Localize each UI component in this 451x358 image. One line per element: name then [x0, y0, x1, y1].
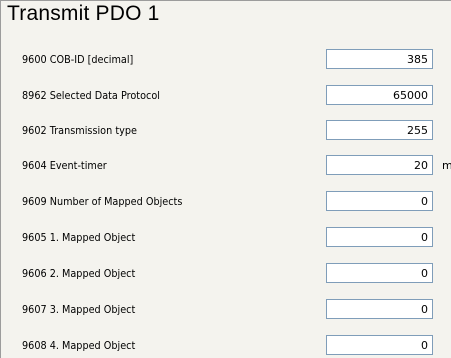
row-event-timer: 9604 Event-timer m [1, 155, 451, 177]
panel-title: Transmit PDO 1 [7, 2, 160, 25]
row-mapped-object-2: 9606 2. Mapped Object [1, 263, 451, 285]
row-mapped-object-4: 9608 4. Mapped Object [1, 335, 451, 357]
cob-id-label: 9600 COB-ID [decimal] [22, 53, 134, 66]
mapped-object-1-input[interactable] [326, 227, 433, 247]
selected-data-protocol-label: 8962 Selected Data Protocol [22, 89, 160, 102]
cob-id-input[interactable] [326, 49, 433, 69]
mapped-object-1-label: 9605 1. Mapped Object [22, 231, 136, 244]
row-cob-id: 9600 COB-ID [decimal] [1, 49, 451, 71]
transmit-pdo-panel: Transmit PDO 1 9600 COB-ID [decimal] 896… [0, 0, 451, 358]
event-timer-input[interactable] [326, 155, 433, 175]
mapped-object-2-input[interactable] [326, 263, 433, 283]
mapped-object-4-label: 9608 4. Mapped Object [22, 339, 136, 352]
mapped-object-4-input[interactable] [326, 335, 433, 355]
number-of-mapped-objects-input[interactable] [326, 191, 433, 211]
event-timer-label: 9604 Event-timer [22, 159, 107, 172]
transmission-type-label: 9602 Transmission type [22, 124, 137, 137]
event-timer-unit: m [442, 159, 451, 172]
transmission-type-input[interactable] [326, 120, 433, 140]
row-number-of-mapped-objects: 9609 Number of Mapped Objects [1, 191, 451, 213]
mapped-object-3-label: 9607 3. Mapped Object [22, 303, 136, 316]
selected-data-protocol-input[interactable] [326, 85, 433, 105]
number-of-mapped-objects-label: 9609 Number of Mapped Objects [22, 195, 183, 208]
row-selected-data-protocol: 8962 Selected Data Protocol [1, 85, 451, 107]
row-mapped-object-3: 9607 3. Mapped Object [1, 299, 451, 321]
mapped-object-2-label: 9606 2. Mapped Object [22, 267, 136, 280]
row-transmission-type: 9602 Transmission type [1, 120, 451, 142]
mapped-object-3-input[interactable] [326, 299, 433, 319]
row-mapped-object-1: 9605 1. Mapped Object [1, 227, 451, 249]
